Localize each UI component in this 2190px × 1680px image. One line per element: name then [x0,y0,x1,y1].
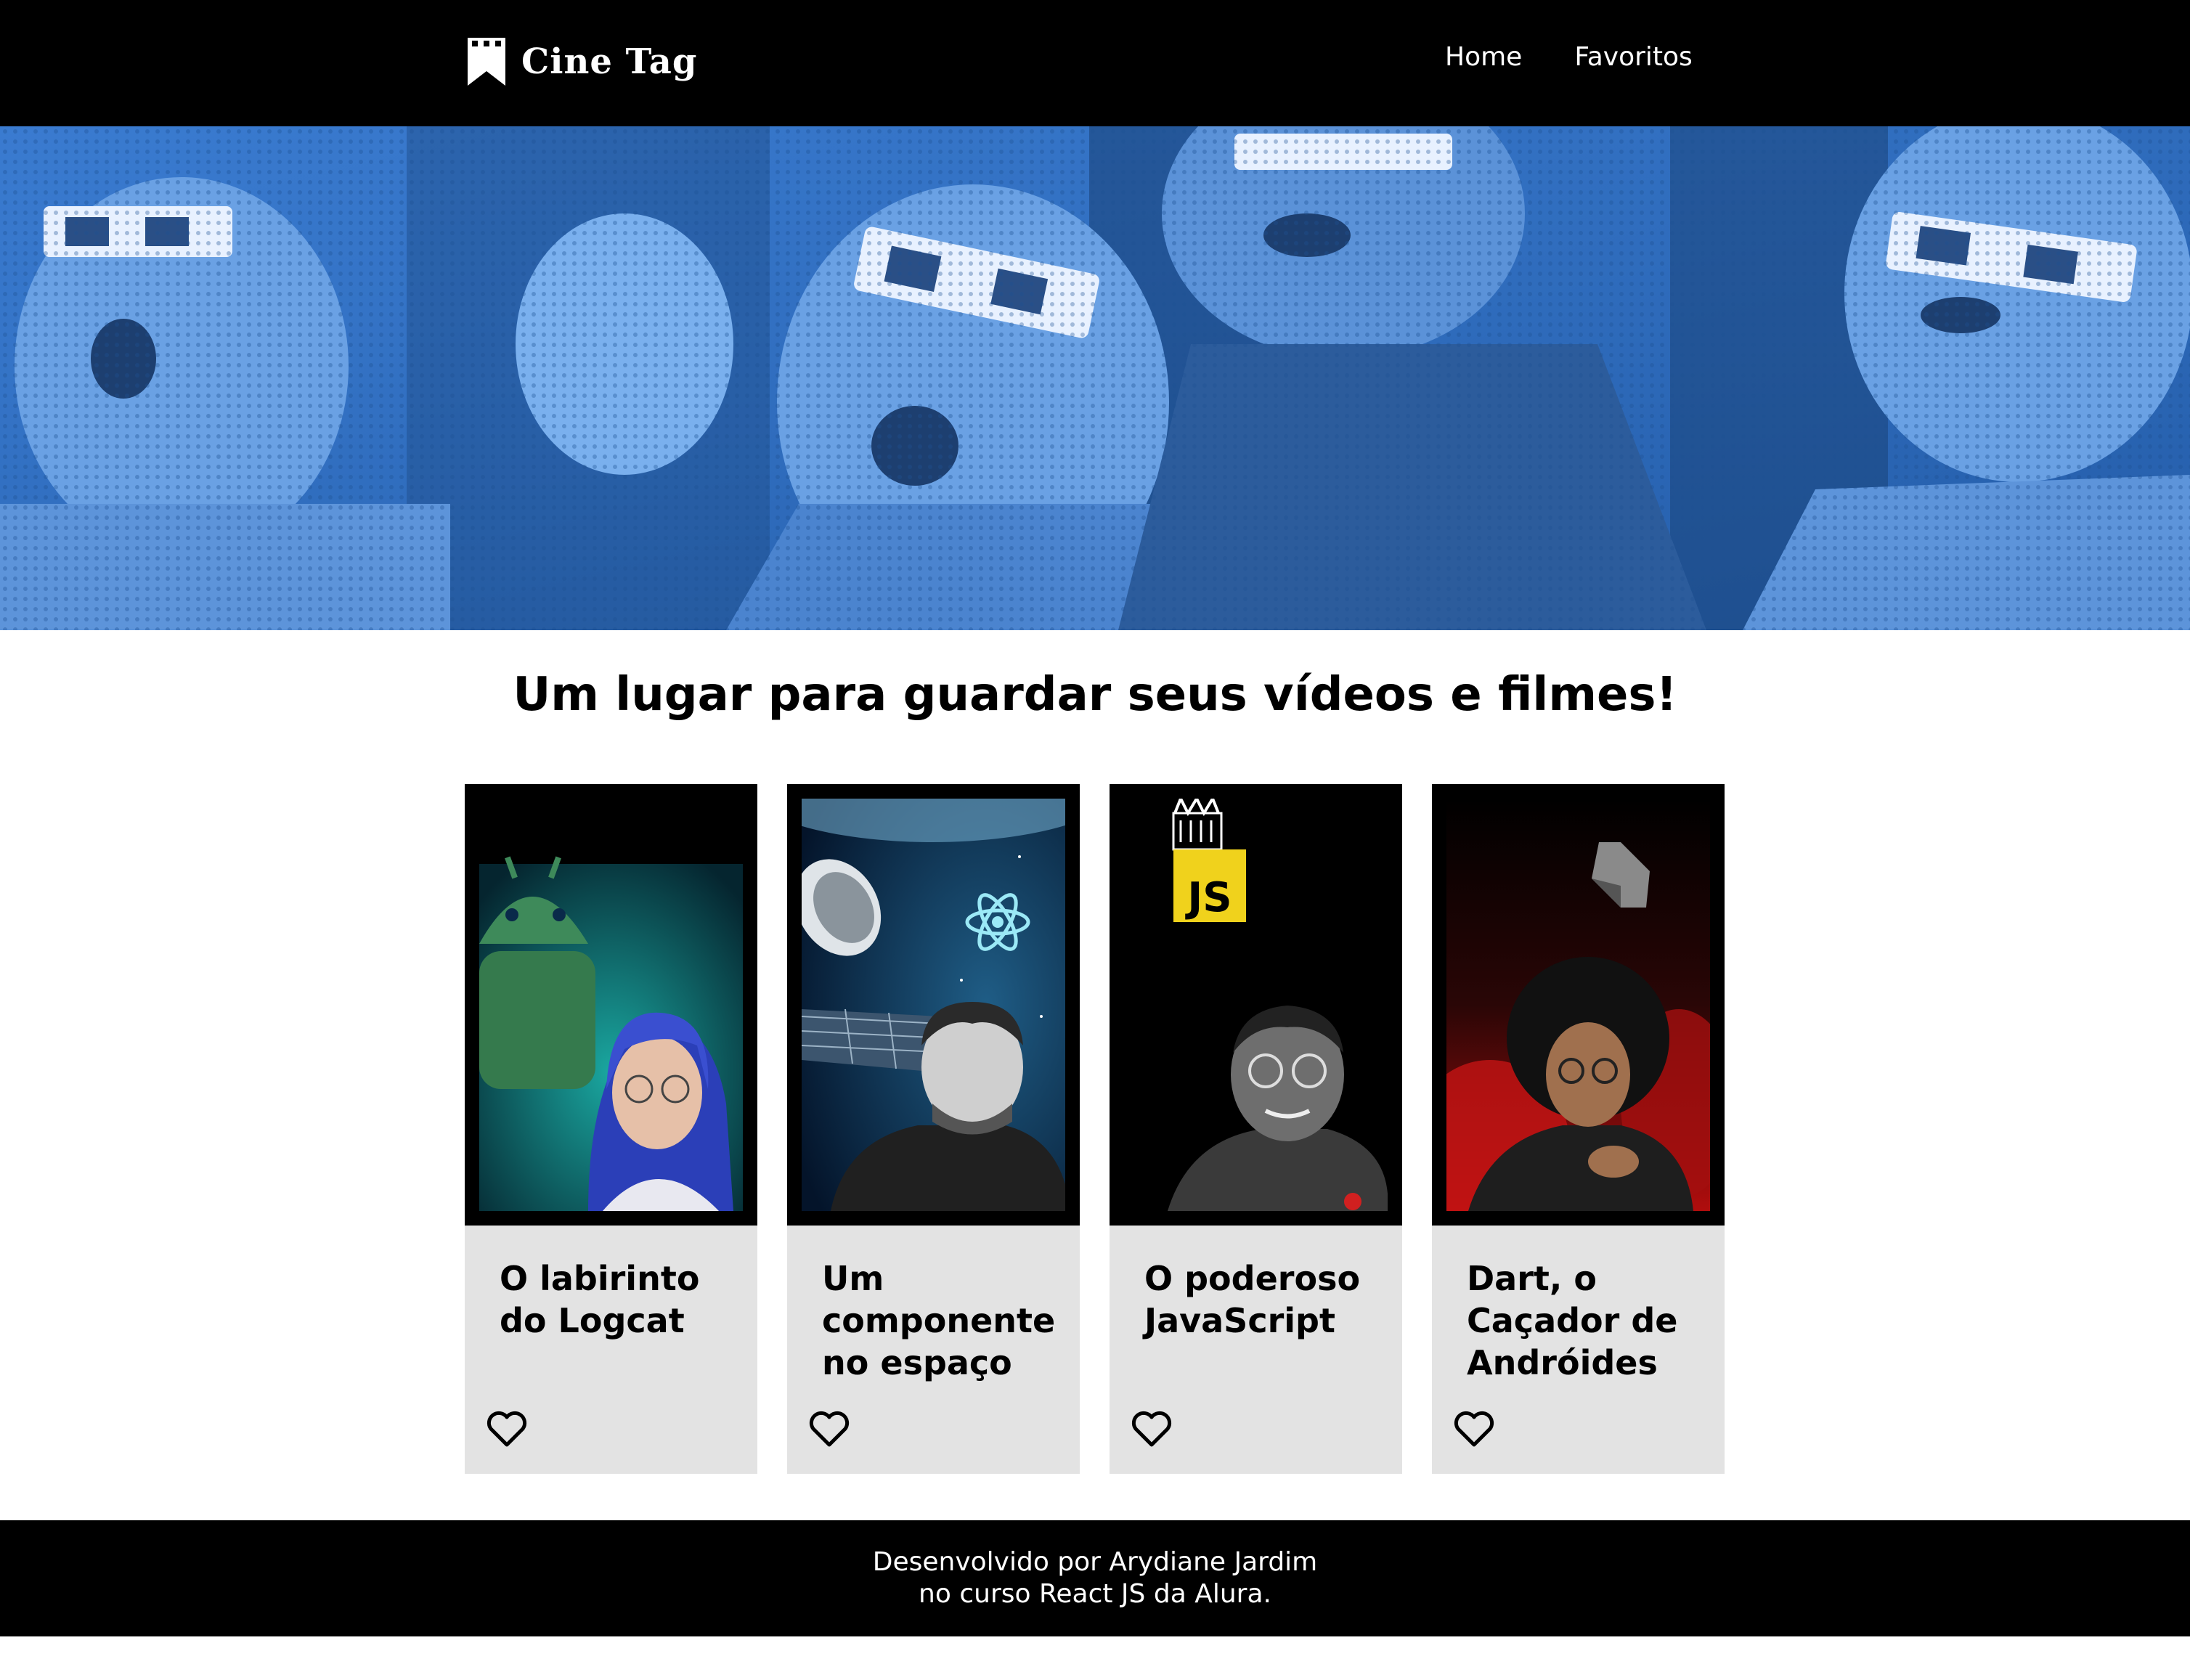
heart-outline-icon [487,1411,527,1447]
video-card[interactable]: Um componente no espaço [787,784,1080,1474]
heart-outline-icon [1454,1411,1494,1447]
favorite-button[interactable] [1452,1408,1496,1449]
video-card[interactable]: O labirinto do Logcat [465,784,757,1474]
card-cover[interactable] [1432,784,1725,1226]
cinema-audience-image [0,126,2190,630]
card-title: O poderoso JavaScript [1144,1259,1361,1340]
nav-favorites-link[interactable]: Favoritos [1574,42,1693,72]
favorite-button[interactable] [1130,1408,1173,1449]
logo[interactable]: Cine Tag [468,36,697,87]
footer: Desenvolvido por Arydiane Jardim no curs… [0,1520,2190,1636]
footer-course: no curso React JS da Alura. [919,1579,1271,1609]
dart-cover-image [1446,799,1710,1211]
js-badge-text: JS [1184,874,1232,921]
card-cover[interactable]: JS [1110,784,1402,1226]
react-space-cover-image [802,799,1065,1211]
javascript-cover-image: JS [1124,799,1388,1211]
android-logcat-cover-image [479,799,743,1211]
hero-banner [0,126,2190,630]
card-cover[interactable] [465,784,757,1226]
video-card-list: O labirinto do Logcat Um componente no e… [465,784,1725,1474]
logo-text: Cine Tag [521,41,698,82]
card-cover[interactable] [787,784,1080,1226]
main-nav: Home Favoritos [1445,42,1693,72]
footer-credit: Desenvolvido por Arydiane Jardim [872,1547,1318,1577]
card-title: Um componente no espaço [822,1259,1056,1382]
video-card[interactable]: JS O poderoso JavaScript [1110,784,1402,1474]
card-title: O labirinto do Logcat [500,1259,700,1340]
heart-outline-icon [809,1411,850,1447]
video-card[interactable]: Dart, o Caçador de Andróides [1432,784,1725,1474]
favorite-button[interactable] [807,1408,851,1449]
header: Cine Tag Home Favoritos [0,0,2190,126]
page-title: Um lugar para guardar seus vídeos e film… [513,668,1677,722]
bookmark-film-icon [468,38,505,86]
nav-home-link[interactable]: Home [1445,42,1522,72]
card-title: Dart, o Caçador de Andróides [1467,1259,1678,1382]
favorite-button[interactable] [485,1408,529,1449]
heart-outline-icon [1131,1411,1172,1447]
